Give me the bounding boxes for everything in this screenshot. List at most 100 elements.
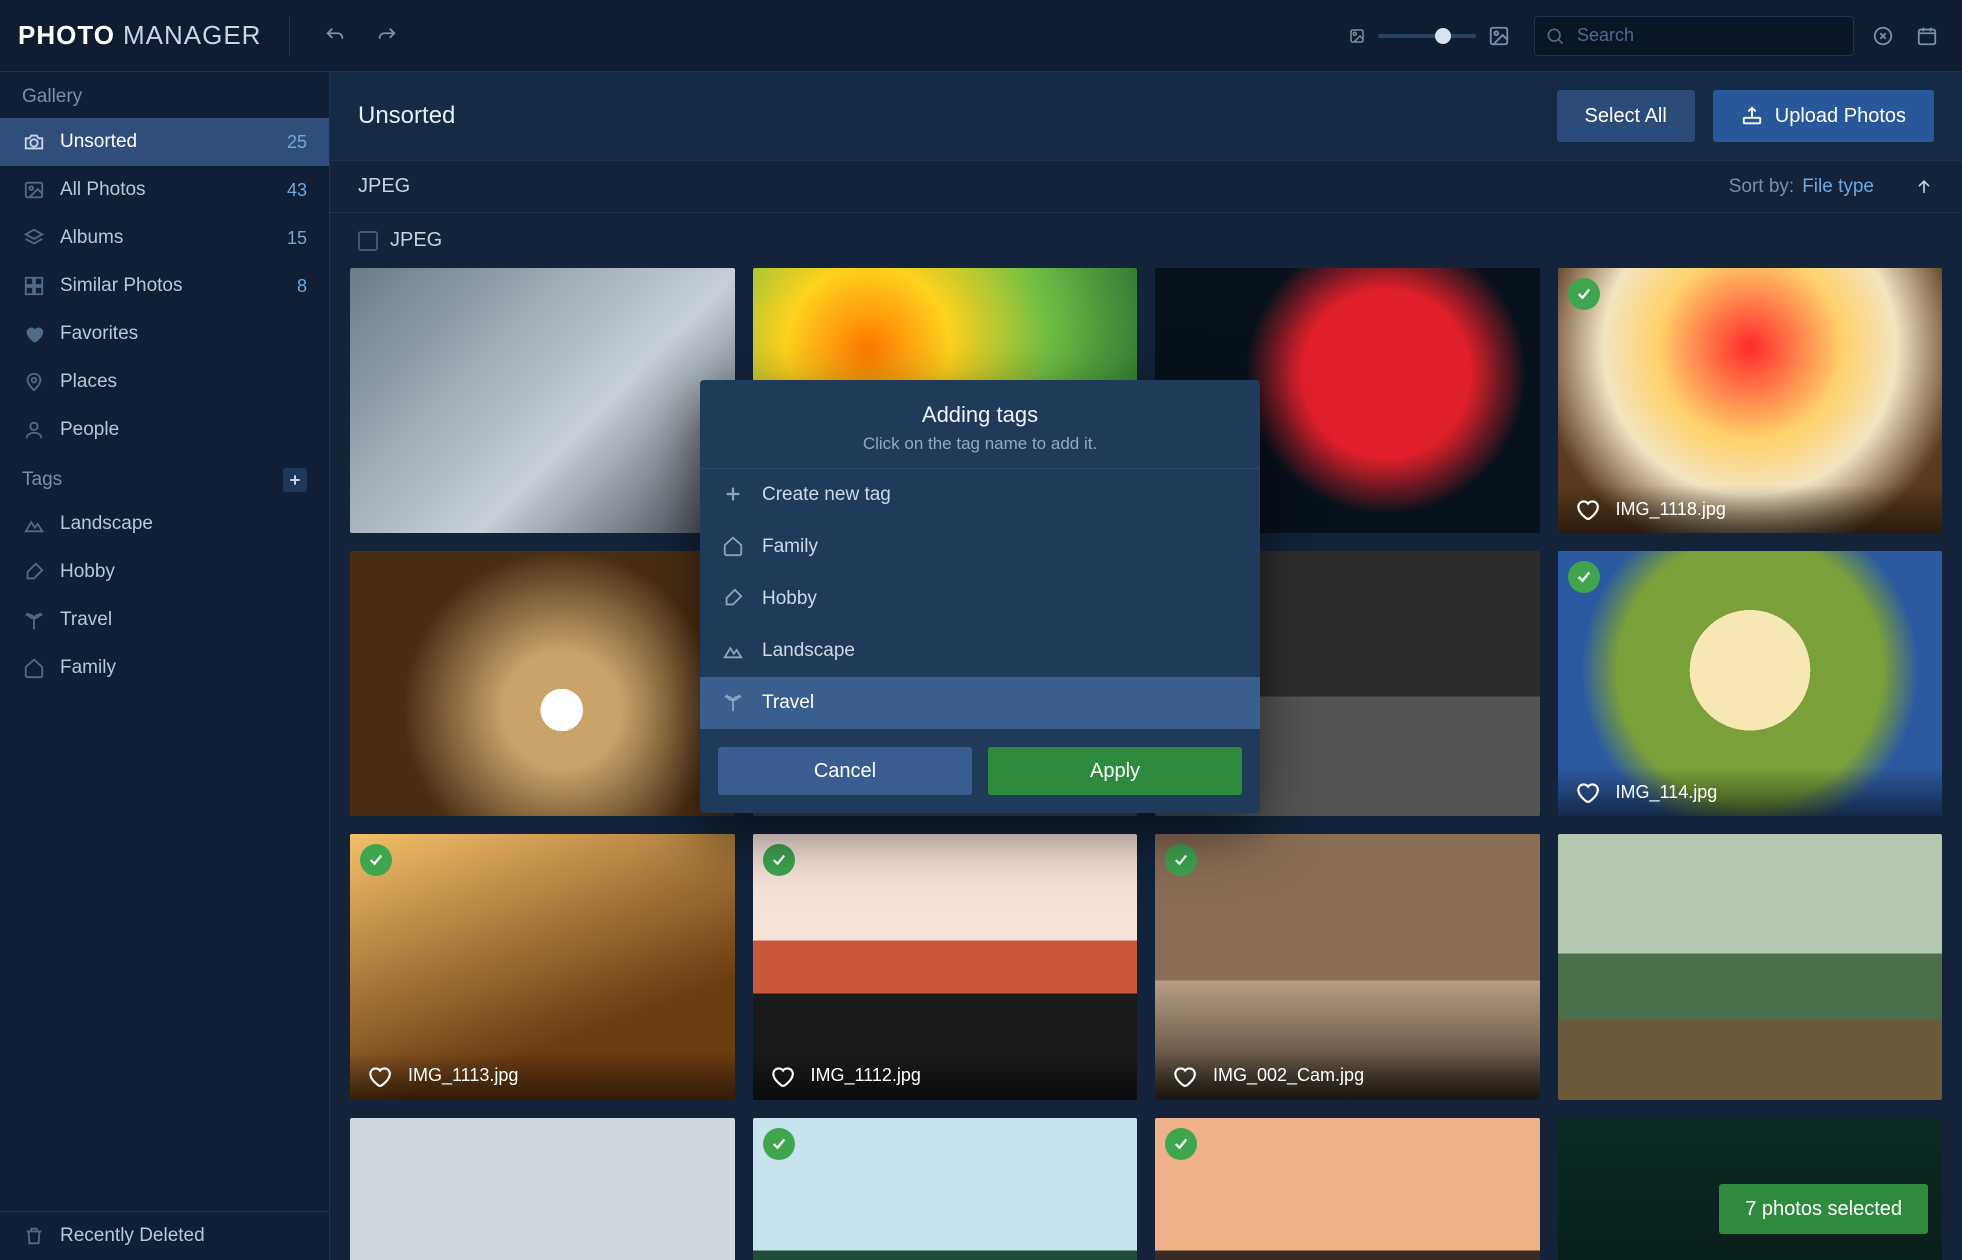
thumbnail[interactable] xyxy=(350,1118,735,1260)
button-label: Select All xyxy=(1585,105,1667,128)
clear-search-button[interactable] xyxy=(1866,19,1900,53)
thumbnail-image xyxy=(350,551,735,816)
palm-icon xyxy=(22,608,46,632)
thumbnail-footer: IMG_1113.jpg xyxy=(350,1052,735,1100)
thumbnail-caption: IMG_1118.jpg xyxy=(1616,499,1726,520)
heart-outline-icon[interactable] xyxy=(1574,779,1600,805)
sidebar: Gallery Unsorted 25 All Photos 43 Albums… xyxy=(0,72,330,1260)
thumbnail[interactable] xyxy=(753,1118,1138,1260)
tag-label: Hobby xyxy=(60,561,115,583)
sidebar-item-label: Unsorted xyxy=(60,131,137,153)
upload-icon xyxy=(1741,105,1763,127)
selected-badge xyxy=(1568,561,1600,593)
sidebar-item-label: Places xyxy=(60,371,117,393)
dialog-tag-landscape[interactable]: Landscape xyxy=(700,625,1260,677)
section-checkbox-label: JPEG xyxy=(390,229,442,252)
tag-label: Travel xyxy=(60,609,112,631)
cancel-button[interactable]: Cancel xyxy=(718,747,972,795)
section-check-row[interactable]: JPEG xyxy=(330,213,1962,268)
selected-badge xyxy=(1568,278,1600,310)
search-box[interactable] xyxy=(1534,16,1854,56)
selected-badge xyxy=(763,1128,795,1160)
heart-icon xyxy=(22,322,46,346)
heart-outline-icon[interactable] xyxy=(769,1063,795,1089)
zoom-knob[interactable] xyxy=(1435,28,1451,44)
tags-section-label: Tags xyxy=(22,469,62,491)
sort-by-label: Sort by: xyxy=(1729,176,1794,198)
sidebar-item-label: Albums xyxy=(60,227,123,249)
apply-button[interactable]: Apply xyxy=(988,747,1242,795)
search-input[interactable] xyxy=(1575,24,1843,47)
dialog-tag-family[interactable]: Family xyxy=(700,521,1260,573)
selection-count-pill[interactable]: 7 photos selected xyxy=(1719,1184,1928,1234)
sidebar-item-all-photos[interactable]: All Photos 43 xyxy=(0,166,329,214)
sort-by[interactable]: Sort by: File type xyxy=(1729,176,1874,198)
page-title: Unsorted xyxy=(358,102,455,130)
thumbnail[interactable] xyxy=(1155,1118,1540,1260)
heart-outline-icon[interactable] xyxy=(366,1063,392,1089)
sidebar-item-label: Favorites xyxy=(60,323,138,345)
thumbnail[interactable] xyxy=(350,268,735,533)
thumbnail-image xyxy=(1155,1118,1540,1260)
thumbnail-caption: IMG_1113.jpg xyxy=(408,1065,518,1086)
thumbnail[interactable]: IMG_1118.jpg xyxy=(1558,268,1943,533)
dialog-header: Adding tags Click on the tag name to add… xyxy=(700,380,1260,469)
select-all-button[interactable]: Select All xyxy=(1557,90,1695,142)
tag-family[interactable]: Family xyxy=(0,644,329,692)
camera-icon xyxy=(22,130,46,154)
brush-icon xyxy=(722,587,746,611)
thumbnail[interactable]: IMG_1113.jpg xyxy=(350,834,735,1099)
thumbnail[interactable] xyxy=(1558,834,1943,1099)
mountain-icon xyxy=(722,639,746,663)
app-logo: PHOTO MANAGER xyxy=(18,20,261,51)
pin-icon xyxy=(22,370,46,394)
dialog-tag-travel[interactable]: Travel xyxy=(700,677,1260,729)
thumbnail[interactable]: IMG_1112.jpg xyxy=(753,834,1138,1099)
subheader: JPEG Sort by: File type xyxy=(330,161,1962,213)
sidebar-item-unsorted[interactable]: Unsorted 25 xyxy=(0,118,329,166)
undo-button[interactable] xyxy=(318,19,352,53)
thumbnail-image xyxy=(1558,834,1943,1099)
heart-outline-icon[interactable] xyxy=(1574,496,1600,522)
heart-outline-icon[interactable] xyxy=(1171,1063,1197,1089)
create-new-tag[interactable]: Create new tag xyxy=(700,469,1260,521)
sidebar-item-favorites[interactable]: Favorites xyxy=(0,310,329,358)
mountain-icon xyxy=(22,512,46,536)
zoom-slider[interactable] xyxy=(1378,34,1476,38)
sort-by-value[interactable]: File type xyxy=(1802,176,1874,198)
dialog-item-label: Landscape xyxy=(762,640,855,662)
sidebar-item-places[interactable]: Places xyxy=(0,358,329,406)
add-tag-button[interactable] xyxy=(283,468,307,492)
home-icon xyxy=(722,535,746,559)
sort-direction-button[interactable] xyxy=(1914,177,1934,197)
thumbnail[interactable]: IMG_114.jpg xyxy=(1558,551,1943,816)
palm-icon xyxy=(722,691,746,715)
sidebar-item-similar[interactable]: Similar Photos 8 xyxy=(0,262,329,310)
upload-photos-button[interactable]: Upload Photos xyxy=(1713,90,1934,142)
tag-hobby[interactable]: Hobby xyxy=(0,548,329,596)
calendar-button[interactable] xyxy=(1910,19,1944,53)
button-label: Upload Photos xyxy=(1775,105,1906,128)
tag-landscape[interactable]: Landscape xyxy=(0,500,329,548)
plus-icon xyxy=(722,483,746,507)
selected-badge xyxy=(763,844,795,876)
sidebar-item-recently-deleted[interactable]: Recently Deleted xyxy=(0,1212,329,1260)
thumbnail-footer: IMG_1118.jpg xyxy=(1558,485,1943,533)
sidebar-item-albums[interactable]: Albums 15 xyxy=(0,214,329,262)
search-icon xyxy=(1545,26,1565,46)
sidebar-item-count: 25 xyxy=(287,132,307,153)
sidebar-item-people[interactable]: People xyxy=(0,406,329,454)
dialog-subtitle: Click on the tag name to add it. xyxy=(724,434,1236,454)
thumbnail[interactable] xyxy=(350,551,735,816)
section-checkbox[interactable] xyxy=(358,231,378,251)
tag-travel[interactable]: Travel xyxy=(0,596,329,644)
calendar-icon xyxy=(1916,25,1938,47)
main-header: Unsorted Select All Upload Photos xyxy=(330,72,1962,161)
dialog-tag-hobby[interactable]: Hobby xyxy=(700,573,1260,625)
thumb-small-icon xyxy=(1348,27,1366,45)
sidebar-item-label: People xyxy=(60,419,119,441)
thumbnail-image xyxy=(350,268,735,533)
redo-button[interactable] xyxy=(370,19,404,53)
thumbnail-zoom xyxy=(1348,25,1510,47)
thumbnail[interactable]: IMG_002_Cam.jpg xyxy=(1155,834,1540,1099)
